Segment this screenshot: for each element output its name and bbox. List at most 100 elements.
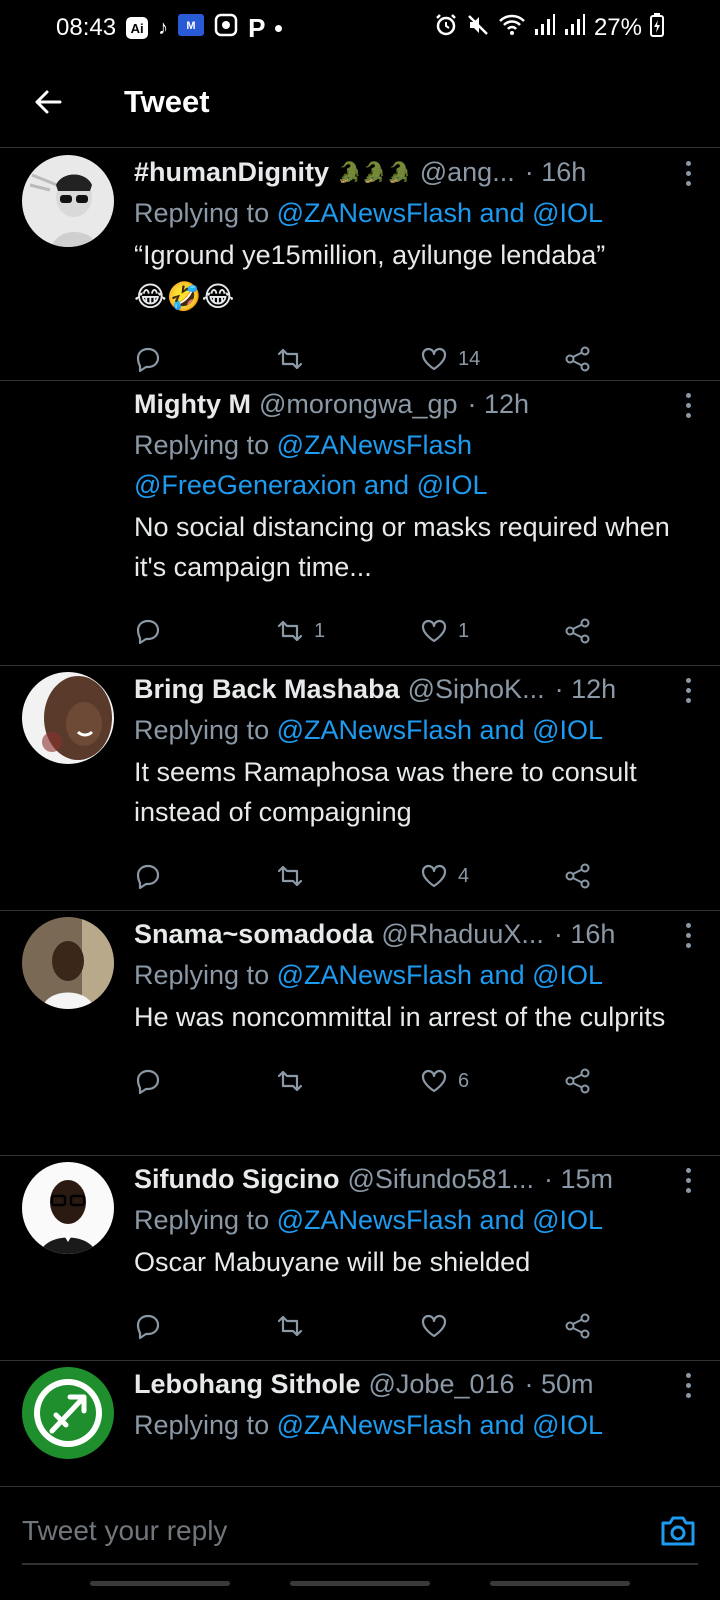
retweet-button[interactable] xyxy=(276,862,420,890)
reply-button[interactable] xyxy=(134,862,276,890)
system-nav-bar xyxy=(0,1581,720,1586)
tweet-emoji: 😂🤣😂 xyxy=(134,281,235,312)
avatar[interactable] xyxy=(22,672,114,764)
tweet-text: Oscar Mabuyane will be shielded xyxy=(134,1247,531,1277)
share-icon xyxy=(565,618,590,644)
more-options-icon[interactable] xyxy=(676,674,700,706)
reply-input[interactable] xyxy=(22,1509,632,1553)
tweet-item[interactable]: Lebohang Sithole @Jobe_016 · 50m Replyin… xyxy=(0,1361,720,1485)
tweet-actions: 4 xyxy=(134,840,720,912)
display-name[interactable]: Mighty M xyxy=(134,389,251,420)
user-handle[interactable]: @RhaduuX... xyxy=(381,919,544,950)
like-count: 4 xyxy=(458,864,470,887)
tweet-item[interactable]: Mighty M @morongwa_gp · 12h Replying to … xyxy=(0,381,720,666)
user-handle[interactable]: @ang... xyxy=(420,157,515,188)
share-button[interactable] xyxy=(564,862,592,890)
mention-link[interactable]: @ZANewsFlash and @IOL xyxy=(277,1410,603,1440)
reply-icon xyxy=(136,619,160,645)
user-handle[interactable]: @Jobe_016 xyxy=(369,1369,515,1400)
replies-feed[interactable]: #humanDignity 🐊🐊🐊 @ang... · 16h Replying… xyxy=(0,149,720,1485)
display-name[interactable]: Lebohang Sithole xyxy=(134,1369,361,1400)
share-button[interactable] xyxy=(564,345,592,373)
more-options-icon[interactable] xyxy=(676,389,700,421)
more-options-icon[interactable] xyxy=(676,157,700,189)
like-button[interactable]: 14 xyxy=(420,345,564,373)
mention-link[interactable]: @ZANewsFlash and @IOL xyxy=(277,715,603,745)
reply-icon xyxy=(136,1069,160,1095)
replying-to: Replying to @ZANewsFlash and @IOL xyxy=(134,193,720,233)
like-count: 1 xyxy=(458,619,470,642)
avatar[interactable] xyxy=(22,1367,114,1459)
like-button[interactable]: 4 xyxy=(420,862,564,890)
heart-icon xyxy=(421,1314,447,1338)
mention-link[interactable]: @ZANewsFlash and @IOL xyxy=(277,960,603,990)
arrow-left-icon xyxy=(35,90,62,113)
timestamp: · 16h xyxy=(553,918,616,949)
more-options-icon[interactable] xyxy=(676,919,700,951)
user-handle[interactable]: @morongwa_gp xyxy=(259,389,458,420)
heart-icon xyxy=(421,619,447,643)
timestamp: · 12h xyxy=(554,673,617,704)
tweet-item[interactable]: Sifundo Sigcino @Sifundo581... · 15m Rep… xyxy=(0,1156,720,1361)
tweet-item[interactable]: Snama~somadoda @RhaduuX... · 16h Replyin… xyxy=(0,911,720,1156)
display-name[interactable]: Sifundo Sigcino xyxy=(134,1164,339,1195)
display-name[interactable]: Bring Back Mashaba xyxy=(134,674,400,705)
like-button[interactable]: 1 xyxy=(420,617,564,645)
retweet-button[interactable]: 1 xyxy=(276,617,420,645)
tweet-item[interactable]: #humanDignity 🐊🐊🐊 @ang... · 16h Replying… xyxy=(0,149,720,381)
retweet-button[interactable] xyxy=(276,1067,420,1095)
share-icon xyxy=(565,346,590,372)
like-button[interactable] xyxy=(420,1312,564,1340)
more-options-icon[interactable] xyxy=(676,1369,700,1401)
replying-to-label: Replying to xyxy=(134,1205,277,1235)
retweet-button[interactable] xyxy=(276,345,420,373)
reply-button[interactable] xyxy=(134,617,276,645)
battery-charging-icon xyxy=(650,12,664,44)
more-options-icon[interactable] xyxy=(676,1164,700,1196)
battery-percent: 27% xyxy=(593,14,642,41)
retweet-icon xyxy=(277,348,303,370)
tweet-actions: 1 1 xyxy=(134,595,720,667)
user-handle[interactable]: @Sifundo581... xyxy=(347,1164,534,1195)
share-icon xyxy=(565,863,590,889)
tweet-item[interactable]: Bring Back Mashaba @SiphoK... · 12h Repl… xyxy=(0,666,720,911)
retweet-button[interactable] xyxy=(276,1312,420,1340)
display-name[interactable]: #humanDignity xyxy=(134,157,329,188)
share-button[interactable] xyxy=(564,617,592,645)
notification-dot-icon xyxy=(275,24,283,32)
wifi-icon xyxy=(498,13,526,44)
share-button[interactable] xyxy=(564,1312,592,1340)
mute-icon xyxy=(466,13,490,44)
timestamp: · 15m xyxy=(544,1163,614,1194)
tweet-text: It seems Ramaphosa was there to consult … xyxy=(134,757,637,827)
nav-home-indicator[interactable] xyxy=(290,1581,430,1586)
avatar[interactable] xyxy=(22,1162,114,1254)
timestamp: · 12h xyxy=(467,388,530,419)
nav-recents-indicator[interactable] xyxy=(90,1581,230,1586)
tweet-actions: 6 xyxy=(134,1045,720,1117)
avatar[interactable] xyxy=(22,917,114,1009)
display-name[interactable]: Snama~somadoda xyxy=(134,919,373,950)
replying-to: Replying to @ZANewsFlash @FreeGeneraxion… xyxy=(134,425,720,505)
page-title: Tweet xyxy=(124,83,210,119)
mention-link[interactable]: @ZANewsFlash and @IOL xyxy=(277,1205,603,1235)
reply-button[interactable] xyxy=(134,1067,276,1095)
status-time: 08:43 xyxy=(56,14,117,41)
retweet-icon xyxy=(277,620,303,642)
user-handle[interactable]: @SiphoK... xyxy=(408,674,545,705)
camera-button[interactable] xyxy=(658,1511,698,1551)
reply-underline xyxy=(22,1563,698,1565)
share-icon xyxy=(565,1068,590,1094)
timestamp: · 16h xyxy=(524,156,587,187)
tiktok-icon: ♪ xyxy=(158,17,169,39)
reply-button[interactable] xyxy=(134,345,276,373)
share-button[interactable] xyxy=(564,1067,592,1095)
crocodile-emoji: 🐊🐊🐊 xyxy=(337,161,412,184)
back-button[interactable] xyxy=(18,72,78,132)
reply-button[interactable] xyxy=(134,1312,276,1340)
mention-link[interactable]: @ZANewsFlash and @IOL xyxy=(277,198,603,228)
like-button[interactable]: 6 xyxy=(420,1067,564,1095)
camera-app-icon xyxy=(214,13,238,44)
nav-back-indicator[interactable] xyxy=(490,1581,630,1586)
avatar[interactable] xyxy=(22,155,114,247)
